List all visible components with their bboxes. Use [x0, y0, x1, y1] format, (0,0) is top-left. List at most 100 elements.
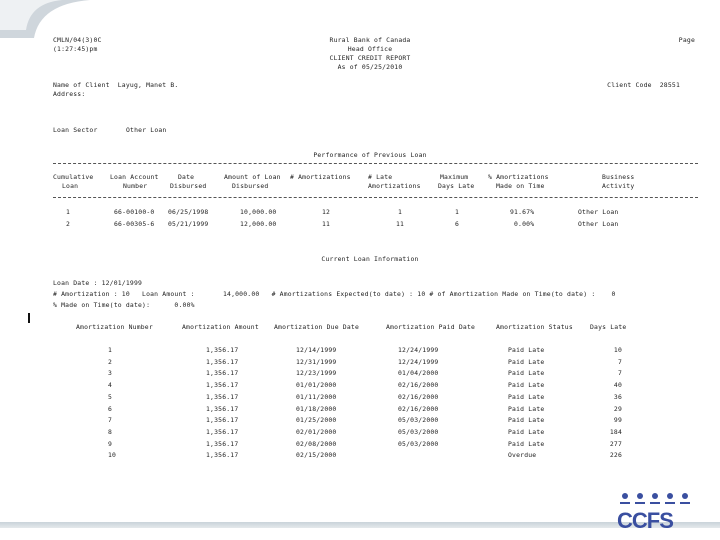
cell: 02/01/2000	[296, 427, 337, 436]
report-sheet: CMLN/04(3)0C (1:27:45)pm Rural Bank of C…	[0, 0, 720, 540]
footer-bar	[0, 522, 720, 528]
cell: 5	[108, 392, 113, 401]
client-code-line: Client Code 28551	[607, 81, 680, 89]
col-header: Amortization Due Date	[274, 323, 359, 331]
page-label: Page	[678, 36, 695, 44]
cell: 7	[617, 369, 622, 378]
cell: 1	[66, 208, 71, 216]
cell: 1	[398, 208, 403, 216]
page-corner-curl	[0, 0, 90, 38]
cell: 02/15/2000	[296, 451, 337, 460]
cell: 9	[108, 439, 113, 448]
report-title: CLIENT CREDIT REPORT	[329, 54, 411, 62]
cell: 3	[108, 369, 113, 378]
cell: 11	[322, 220, 331, 228]
cell: Paid Late	[508, 416, 545, 425]
report-date: As of 05/25/2010	[337, 63, 403, 71]
cell: 1,356.17	[206, 427, 239, 436]
col-header: Number	[123, 182, 148, 190]
cell: 66-00305-6	[114, 220, 155, 228]
cell: 29	[613, 404, 622, 413]
col-header: Disbursed	[232, 182, 269, 190]
col-header: Loan Account	[110, 173, 159, 181]
divider	[53, 197, 698, 198]
report-code: CMLN/04(3)0C	[53, 36, 102, 44]
cell: 10	[108, 451, 117, 460]
cell: 7	[617, 357, 622, 366]
col-header: # Amortizations	[290, 173, 351, 181]
cell: 66-00100-0	[114, 208, 155, 216]
cell: 1,356.17	[206, 416, 239, 425]
cell: 12/14/1999	[296, 346, 337, 354]
cell: 1,356.17	[206, 439, 239, 448]
cell: Paid Late	[508, 427, 545, 436]
cell: 10	[613, 346, 622, 354]
cell: 4	[108, 381, 113, 390]
col-header: # Late	[368, 173, 393, 181]
cell: 01/11/2000	[296, 392, 337, 401]
cell: Paid Late	[508, 346, 545, 354]
client-name-line: Name of Client Layug, Manet B.	[53, 81, 179, 89]
cell: 2	[108, 357, 113, 366]
cell: Overdue	[508, 451, 537, 460]
cell: 1	[455, 208, 460, 216]
cell: 1,356.17	[206, 381, 239, 390]
current-loan-title: Current Loan Information	[321, 255, 419, 263]
cell: 10,000.00	[240, 208, 277, 216]
report-time: (1:27:45)pm	[53, 45, 98, 53]
cell: 8	[108, 427, 113, 436]
cell: Paid Late	[508, 381, 545, 390]
cell: 11	[396, 220, 405, 228]
cell: Paid Late	[508, 392, 545, 401]
cell: 6	[108, 404, 113, 413]
cell: 12/24/1999	[398, 357, 439, 366]
cell: 12,000.00	[240, 220, 277, 228]
cell: 1,356.17	[206, 357, 239, 366]
cell: 02/16/2000	[398, 404, 439, 413]
cell: 01/18/2000	[296, 404, 337, 413]
cell: Paid Late	[508, 357, 545, 366]
cell: 0.00%	[514, 220, 535, 228]
col-header: Days Late	[438, 182, 475, 190]
col-header: Amortization Amount	[182, 323, 259, 331]
cell: 05/21/1999	[168, 220, 209, 228]
cell: 7	[108, 416, 113, 425]
cell: 05/03/2000	[398, 427, 439, 436]
bank-name: Rural Bank of Canada	[329, 36, 411, 44]
col-header: Business	[602, 173, 635, 181]
cell: 1,356.17	[206, 392, 239, 401]
cell: 12/24/1999	[398, 346, 439, 354]
loan-sector-value: Other Loan	[126, 126, 167, 134]
cell: 277	[609, 439, 622, 448]
address-label: Address:	[53, 90, 86, 98]
previous-loan-title: Performance of Previous Loan	[313, 151, 427, 159]
cell: 2	[66, 220, 71, 228]
made-on-time-line: % Made on Time(to date): 0.00%	[53, 301, 195, 309]
col-header: Amortizations	[368, 182, 421, 190]
col-header: Date	[178, 173, 195, 181]
col-header: Activity	[602, 182, 635, 190]
cell: 91.67%	[510, 208, 535, 216]
loan-sector-label: Loan Sector	[53, 126, 98, 134]
cell: 1,356.17	[206, 404, 239, 413]
cell: 1,356.17	[206, 369, 239, 378]
cell: Paid Late	[508, 439, 545, 448]
cell: 1	[108, 346, 113, 354]
cell: 02/16/2000	[398, 381, 439, 390]
cell: 40	[613, 381, 622, 390]
col-header: Disbursed	[170, 182, 207, 190]
col-header: Loan	[62, 182, 79, 190]
col-header: Days Late	[590, 323, 627, 331]
cell: 184	[609, 427, 622, 436]
loan-date-line: Loan Date : 12/01/1999	[53, 279, 143, 287]
cell: 02/16/2000	[398, 392, 439, 401]
col-header: Made on Time	[496, 182, 545, 190]
loan-summary-line: # Amortization : 10 Loan Amount : 14,000…	[53, 290, 616, 298]
col-header: Maximum	[440, 173, 469, 181]
logo-text: CCFS	[617, 508, 673, 533]
cell: 05/03/2000	[398, 416, 439, 425]
col-header: Cumulative	[53, 173, 94, 181]
cell: 226	[609, 451, 622, 460]
org-logo: CCFS	[617, 493, 690, 533]
cell: 1,356.17	[206, 346, 239, 354]
